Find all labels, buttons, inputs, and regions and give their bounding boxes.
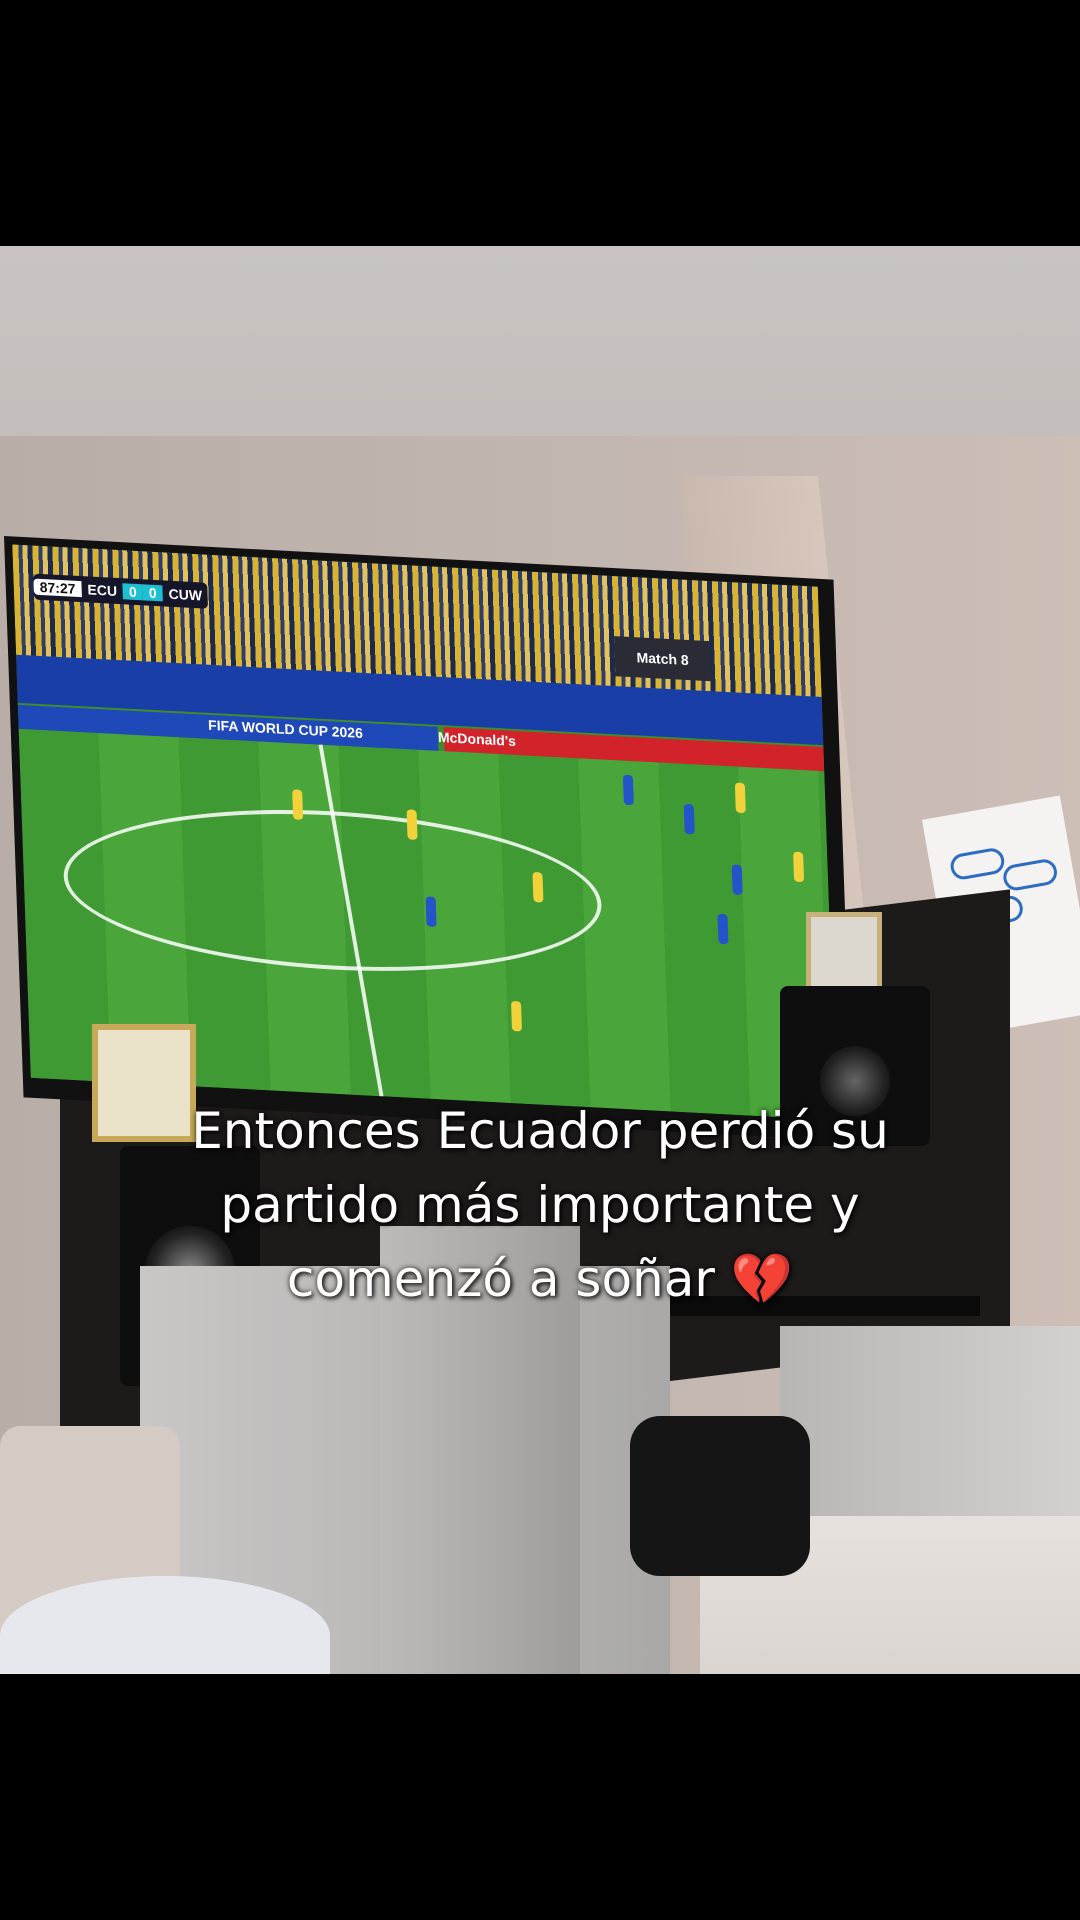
match-label: Match 8 (613, 636, 712, 682)
player-yellow (793, 851, 805, 883)
player-blue (717, 913, 729, 945)
video-caption: Entonces Ecuador perdió su partido más i… (0, 1094, 1080, 1316)
player-blue (683, 803, 695, 835)
boombox (630, 1416, 810, 1576)
player-blue (731, 864, 743, 896)
caption-line-1: Entonces Ecuador perdió su (191, 1102, 889, 1160)
player-yellow (734, 782, 746, 814)
caption-line-3: comenzó a soñar 💔 (286, 1250, 794, 1308)
player-blue (622, 774, 634, 806)
player-yellow (292, 789, 304, 820)
caption-line-2: partido más importante y (220, 1176, 860, 1234)
player-blue (425, 896, 437, 927)
home-score: 0 (122, 583, 144, 601)
video-frame: FIFA WORLD CUP 2026 McDonald's 87:27 ECU… (0, 246, 1080, 1674)
home-team: ECU (87, 581, 118, 599)
player-yellow (406, 809, 418, 840)
cloud-icon (948, 846, 1007, 882)
away-score: 0 (142, 584, 163, 602)
player-yellow (532, 871, 544, 903)
match-clock: 87:27 (33, 578, 82, 598)
away-team: CUW (168, 585, 203, 604)
player-yellow (510, 1000, 523, 1032)
cloud-icon (1001, 857, 1060, 893)
drawer (780, 1326, 1080, 1516)
photo-frame (806, 912, 882, 992)
